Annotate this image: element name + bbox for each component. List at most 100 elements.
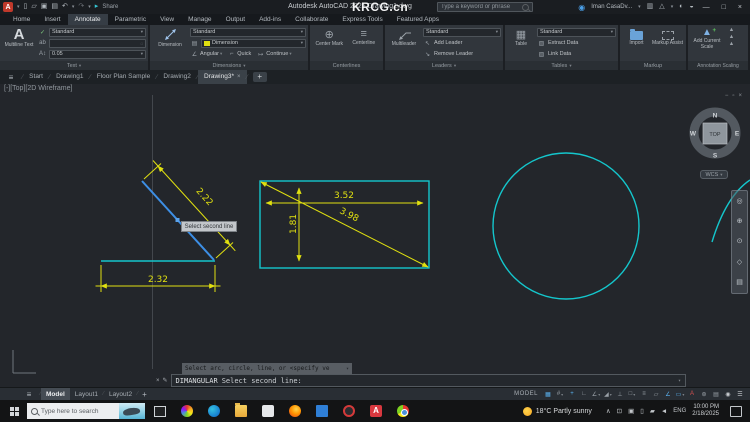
taskbar-app-firefox-icon[interactable] [289, 405, 301, 417]
language-indicator[interactable]: ENG [673, 408, 686, 414]
osnap-icon[interactable]: □ ▾ [626, 389, 638, 400]
undo-icon[interactable]: ↶ [62, 0, 68, 14]
table-button[interactable]: ▦ Table [507, 27, 535, 48]
app-menu-caret-icon[interactable]: ▾ [17, 4, 20, 10]
redo-icon[interactable]: ↷ [78, 0, 84, 14]
tab-insert[interactable]: Insert [37, 14, 67, 25]
recent-commands-icon[interactable]: ▾ [678, 378, 681, 384]
close-tab-icon[interactable]: × [237, 74, 241, 80]
taskbar-app-mail-icon[interactable] [316, 405, 328, 417]
file-tabs-menu-icon[interactable]: ≡ [0, 73, 22, 82]
action-center-icon[interactable] [730, 405, 742, 417]
polar-tracking-icon[interactable]: ∠ ▾ [590, 389, 602, 400]
showmotion-icon[interactable]: ▤ [736, 279, 743, 286]
panel-label-markup[interactable]: Markup [620, 61, 686, 70]
continue-dimension-button[interactable]: ↦ Continue ▾ [256, 51, 291, 58]
add-leader-button[interactable]: Add Leader [434, 40, 462, 46]
undo-caret-icon[interactable]: ▾ [72, 4, 75, 10]
centerline-button[interactable]: ≡ Centerline [348, 27, 380, 47]
command-input[interactable]: DIMANGULAR Select second line: ▾ [170, 374, 686, 387]
dim-layer-combo[interactable]: Dimension ▾ [201, 38, 306, 48]
pan-icon[interactable]: ⊕ [737, 218, 743, 225]
isodraft-icon[interactable]: ◢ ▾ [602, 389, 614, 400]
feedback-icon[interactable]: ◒ [689, 0, 693, 14]
tab-addins[interactable]: Add-ins [252, 14, 288, 25]
doc-tab-start[interactable]: Start [23, 70, 49, 84]
doc-tab-drawing1[interactable]: Drawing1 [50, 70, 89, 84]
tray-display-icon[interactable]: ▣ [628, 407, 634, 415]
annotation-scale-list-icon[interactable]: ▲ [727, 27, 736, 33]
isolate-objects-icon[interactable]: ◉ [722, 389, 734, 400]
model-space-button[interactable]: MODEL [514, 391, 538, 397]
units-icon[interactable]: ⊛ [698, 389, 710, 400]
doc-tab-drawing3[interactable]: Drawing3* × [198, 70, 247, 84]
layout-tab-layout2[interactable]: Layout2 [104, 388, 137, 401]
hover-grip[interactable] [175, 218, 180, 222]
new-layout-button[interactable]: + [138, 390, 151, 399]
snap-icon[interactable]: # ▾ [554, 389, 566, 400]
table-style-combo[interactable]: Standard ▾ [537, 27, 616, 37]
autodesk-docs-icon[interactable]: ◐ [679, 0, 683, 14]
doc-tab-drawing2[interactable]: Drawing2 [157, 70, 196, 84]
circle[interactable] [492, 152, 640, 300]
osnap-tracking-icon[interactable]: ⊥ [614, 389, 626, 400]
taskbar-app-store-icon[interactable] [262, 405, 274, 417]
viewcube-east[interactable]: E [735, 131, 740, 138]
layout-tab-model[interactable]: Model [41, 387, 70, 401]
delete-scale-icon[interactable]: ▲ [727, 41, 736, 47]
viewcube[interactable]: N E S W TOP [689, 107, 741, 160]
tray-battery-icon[interactable]: ▯ [640, 407, 644, 415]
multiline-text-button[interactable]: A Multiline Text [2, 27, 36, 49]
spell-check-icon[interactable]: ab [38, 40, 47, 46]
navigation-bar[interactable]: ◎ ⊕ ⊙ ◇ ▤ [731, 190, 748, 294]
tab-featured-apps[interactable]: Featured Apps [390, 14, 446, 25]
selection-cycling-icon[interactable]: ∠ [662, 389, 674, 400]
markup-import-button[interactable]: Import [623, 27, 651, 47]
remove-leader-button[interactable]: Remove Leader [434, 51, 473, 57]
tab-parametric[interactable]: Parametric [108, 14, 153, 25]
tray-folder-icon[interactable]: ▰ [650, 407, 655, 415]
find-text-field[interactable]: ◌ [49, 38, 146, 48]
share-icon[interactable]: ▸ [95, 0, 99, 14]
minimize-button[interactable]: — [700, 4, 713, 11]
share-label[interactable]: Share [102, 0, 118, 14]
viewcube-south[interactable]: S [713, 153, 718, 160]
signin-user[interactable]: Iman CasaDv... [591, 4, 632, 10]
app-store-cart-icon[interactable]: ▥ [647, 0, 654, 14]
dim-text-aligned[interactable]: 2.22 [194, 187, 215, 209]
link-data-button[interactable]: Link Data [548, 51, 571, 57]
quick-properties-icon[interactable]: ▤ [710, 389, 722, 400]
tab-view[interactable]: View [153, 14, 181, 25]
taskbar-app-autocad-icon[interactable]: A [370, 405, 382, 417]
customization-icon[interactable]: ☰ [734, 389, 746, 400]
tab-manage[interactable]: Manage [181, 14, 219, 25]
layout-tab-layout1[interactable]: Layout1 [70, 388, 103, 401]
alert-icon[interactable]: △ [659, 0, 664, 14]
command-line-grip[interactable]: × ✎ [153, 377, 171, 385]
taskbar-app-chrome-icon[interactable] [397, 405, 409, 417]
save-icon[interactable]: ▣ [41, 0, 48, 14]
transparency-icon[interactable]: ▱ [650, 389, 662, 400]
text-height-combo[interactable]: 0.05 ▾ [49, 49, 146, 59]
ortho-icon[interactable]: ∟ [578, 389, 590, 400]
viewcube-west[interactable]: W [690, 131, 697, 138]
annotation-monitor-icon[interactable]: A [686, 389, 698, 400]
new-drawing-tab-button[interactable]: + [252, 72, 267, 82]
tray-volume-icon[interactable]: ◄ [661, 408, 667, 415]
multileader-button[interactable]: Multileader [387, 27, 421, 48]
drawing-canvas[interactable]: [-][Top][2D Wireframe] −▫× 2.22 2.32 3.5… [0, 84, 750, 387]
user-caret-icon[interactable]: ▾ [638, 4, 641, 10]
app-menu-button[interactable]: A [3, 2, 13, 12]
tab-output[interactable]: Output [219, 14, 253, 25]
tab-express-tools[interactable]: Express Tools [335, 14, 389, 25]
start-button[interactable] [10, 406, 19, 416]
customize-commandline-icon[interactable]: ✎ [163, 377, 168, 384]
taskbar-clock[interactable]: 10:00 PM 2/18/2025 [692, 404, 719, 418]
panel-label-text[interactable]: Text ▾ [0, 61, 148, 70]
taskbar-weather[interactable]: 18°C Partly sunny [522, 406, 592, 416]
markup-assist-button[interactable]: Markup Assist [652, 27, 684, 47]
task-view-icon[interactable] [154, 405, 166, 417]
drawing-window-controls[interactable]: −▫× [725, 93, 746, 99]
new-file-icon[interactable]: ▯ [24, 0, 28, 14]
close-commandline-icon[interactable]: × [156, 378, 160, 384]
